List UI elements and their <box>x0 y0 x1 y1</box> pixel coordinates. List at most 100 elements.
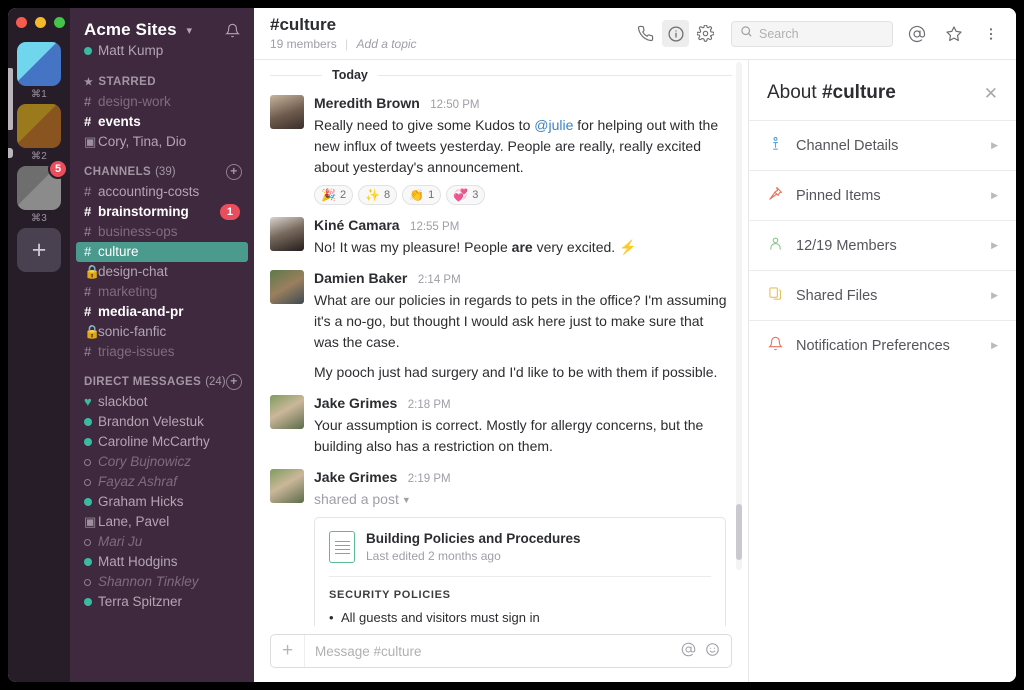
message-body: Meredith Brown 12:50 PM Really need to g… <box>314 95 730 205</box>
message-scrollbar[interactable] <box>736 62 742 570</box>
minimize-window-button[interactable] <box>35 17 46 28</box>
workspace-tile-2[interactable] <box>17 104 61 148</box>
scrollbar-thumb[interactable] <box>736 504 742 560</box>
avatar[interactable] <box>270 270 304 304</box>
search-box[interactable] <box>731 20 893 47</box>
starred-items-icon[interactable] <box>940 20 967 47</box>
attach-plus-icon[interactable]: + <box>271 635 305 667</box>
composer-area: + <box>254 626 748 682</box>
gear-icon[interactable] <box>692 20 719 47</box>
sidebar-dm-slackbot[interactable]: ♥ slackbot <box>70 392 254 412</box>
sidebar-dm-shannon-tinkley[interactable]: Shannon Tinkley <box>70 572 254 592</box>
sidebar-item-design-work[interactable]: # design-work <box>70 92 254 112</box>
workspace-switcher-2[interactable]: ⌘2 <box>16 104 62 162</box>
body-row: Today Meredith Brown 12:50 PM Really nee… <box>254 60 1016 682</box>
message-body: Kiné Camara 12:55 PM No! It was my pleas… <box>314 217 730 258</box>
shared-post-card[interactable]: Building Policies and Procedures Last ed… <box>314 516 726 626</box>
sidebar-dm-brandon-velestuk[interactable]: Brandon Velestuk <box>70 412 254 432</box>
reaction-chip[interactable]: 💞 3 <box>446 185 486 205</box>
chevron-down-icon[interactable]: ▼ <box>402 495 411 505</box>
message-time: 2:14 PM <box>417 274 461 286</box>
workspace-switcher-1[interactable]: ⌘1 <box>16 42 62 100</box>
maximize-window-button[interactable] <box>54 17 65 28</box>
workspace-shortcut-3: ⌘3 <box>31 213 47 224</box>
message-author[interactable]: Jake Grimes <box>314 469 397 485</box>
avatar[interactable] <box>270 469 304 503</box>
phone-icon[interactable] <box>632 20 659 47</box>
add-dm-button[interactable]: + <box>226 374 242 390</box>
message-time: 2:18 PM <box>407 399 451 411</box>
reaction-count: 3 <box>472 189 479 201</box>
window-traffic-lights[interactable] <box>16 17 65 28</box>
sidebar-dm-fayaz-ashraf[interactable]: Fayaz Ashraf <box>70 472 254 492</box>
message-input[interactable] <box>305 643 681 659</box>
search-input[interactable] <box>759 26 884 41</box>
post-title[interactable]: Building Policies and Procedures <box>366 531 581 546</box>
sidebar-dm-matt-hodgins[interactable]: Matt Hodgins <box>70 552 254 572</box>
sidebar-dm-mari-ju[interactable]: Mari Ju <box>70 532 254 552</box>
sidebar-item-culture[interactable]: # culture <box>76 242 248 262</box>
panel-item-channel-details[interactable]: Channel Details ▶ <box>749 120 1016 170</box>
sidebar-item-brainstorming[interactable]: # brainstorming 1 <box>70 202 254 222</box>
close-icon[interactable]: ✕ <box>984 85 998 102</box>
reaction-chip[interactable]: 👏 1 <box>402 185 442 205</box>
panel-title-channel: #culture <box>821 82 896 103</box>
close-window-button[interactable] <box>16 17 27 28</box>
avatar[interactable] <box>270 217 304 251</box>
workspace-switcher-3[interactable]: 5 ⌘3 <box>16 159 68 224</box>
sidebar-dm-lane-pavel[interactable]: ▣ Lane, Pavel <box>70 512 254 532</box>
more-options-icon[interactable] <box>977 20 1004 47</box>
sidebar-item-marketing[interactable]: # marketing <box>70 282 254 302</box>
reaction-chip[interactable]: 🎉 2 <box>314 185 354 205</box>
document-icon <box>329 530 355 563</box>
workspace-unread-badge: 5 <box>48 159 68 179</box>
avatar[interactable] <box>270 395 304 429</box>
panel-item-notification-preferences[interactable]: Notification Preferences ▶ <box>749 320 1016 370</box>
rail-dot-indicator <box>8 148 13 158</box>
message-composer[interactable]: + <box>270 634 732 668</box>
panel-item-pinned-items[interactable]: Pinned Items ▶ <box>749 170 1016 220</box>
user-mention-link[interactable]: @julie <box>534 117 573 133</box>
sidebar-item-media-and-pr[interactable]: # media-and-pr <box>70 302 254 322</box>
message-author[interactable]: Jake Grimes <box>314 395 397 411</box>
sidebar-item-business-ops[interactable]: # business-ops <box>70 222 254 242</box>
reaction-chip[interactable]: ✨ 8 <box>358 185 398 205</box>
slack-window: ⌘1 ⌘2 5 ⌘3 + Acme Sites ▾ Matt Kump ★ ST… <box>8 8 1016 682</box>
add-topic-link[interactable]: Add a topic <box>357 37 417 51</box>
mention-icon[interactable] <box>681 642 696 660</box>
sidebar-dm-caroline-mccarthy[interactable]: Caroline McCarthy <box>70 432 254 452</box>
member-count[interactable]: 19 members <box>270 37 337 51</box>
channel-header-text: #culture 19 members | Add a topic <box>270 15 417 51</box>
message-author[interactable]: Kiné Camara <box>314 217 400 233</box>
info-icon[interactable] <box>662 20 689 47</box>
add-workspace-button[interactable]: + <box>16 228 62 272</box>
add-channel-button[interactable]: + <box>226 164 242 180</box>
avatar[interactable] <box>270 95 304 129</box>
sidebar-item-accounting-costs[interactable]: # accounting-costs <box>70 182 254 202</box>
dms-list: ♥ slackbot Brandon Velestuk Caroline McC… <box>70 392 254 612</box>
workspace-tile-1[interactable] <box>17 42 61 86</box>
search-icon <box>740 25 753 43</box>
emoji-icon[interactable] <box>705 642 720 660</box>
sidebar-item-group-dm[interactable]: ▣ Cory, Tina, Dio <box>70 132 254 152</box>
chevron-down-icon[interactable]: ▾ <box>186 25 192 37</box>
workspace-name[interactable]: Acme Sites <box>84 20 177 40</box>
post-bullet: All guests and visitors must sign in <box>329 608 711 626</box>
panel-item-members[interactable]: 12/19 Members ▶ <box>749 220 1016 270</box>
mentions-icon[interactable] <box>903 20 930 47</box>
sidebar-item-triage-issues[interactable]: # triage-issues <box>70 342 254 362</box>
sidebar-dm-graham-hicks[interactable]: Graham Hicks <box>70 492 254 512</box>
sidebar-dm-cory-bujnowicz[interactable]: Cory Bujnowicz <box>70 452 254 472</box>
message-text-pre: Really need to give some Kudos to <box>314 117 535 133</box>
current-user[interactable]: Matt Kump <box>84 43 240 58</box>
notifications-bell-icon[interactable] <box>225 23 240 42</box>
message-author[interactable]: Damien Baker <box>314 270 407 286</box>
sidebar-item-sonic-fanfic[interactable]: 🔒 sonic-fanfic <box>70 322 254 342</box>
workspace-tile-3[interactable]: 5 <box>17 159 68 210</box>
sidebar-item-events[interactable]: # events <box>70 112 254 132</box>
message-author[interactable]: Meredith Brown <box>314 95 420 111</box>
sidebar-dm-terra-spitzner[interactable]: Terra Spitzner <box>70 592 254 612</box>
panel-item-shared-files[interactable]: Shared Files ▶ <box>749 270 1016 320</box>
sidebar-item-design-chat[interactable]: 🔒 design-chat <box>70 262 254 282</box>
plus-icon[interactable]: + <box>17 228 61 272</box>
